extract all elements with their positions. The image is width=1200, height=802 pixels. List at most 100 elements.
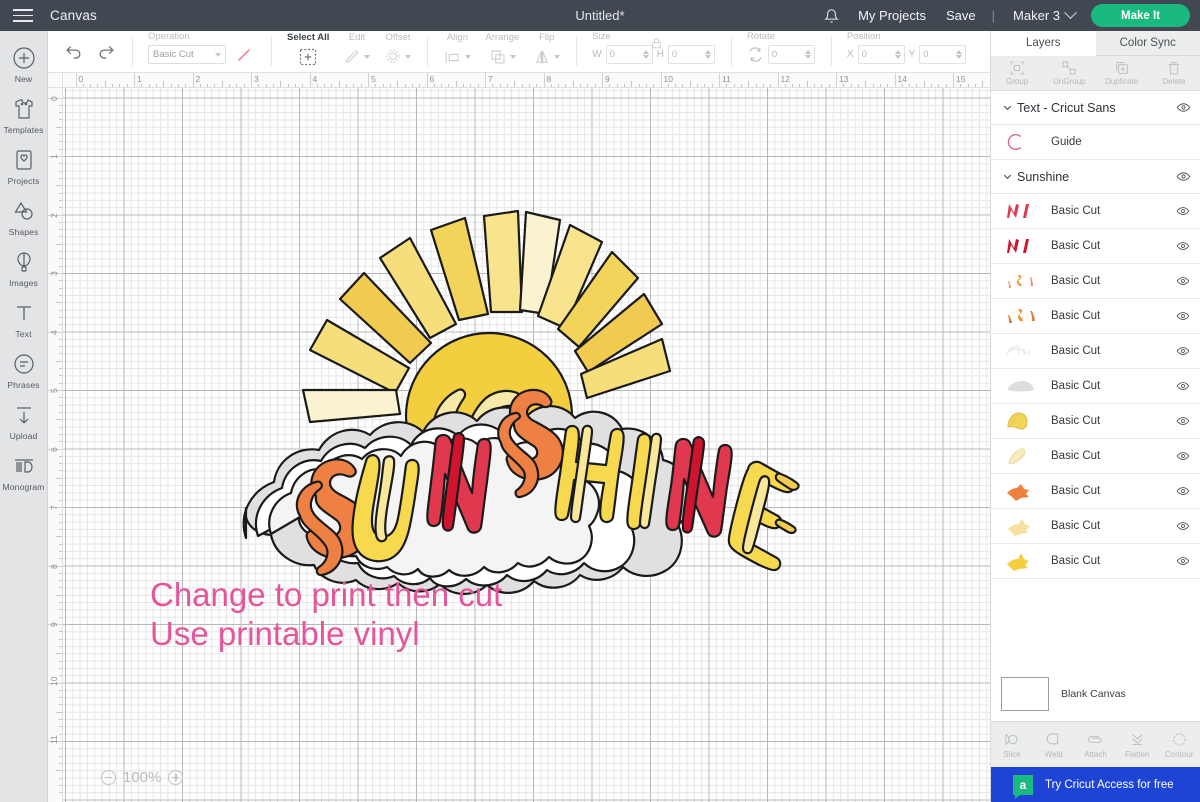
ruler-minor-tick (58, 404, 62, 406)
eye-icon[interactable] (1174, 307, 1192, 325)
rotate-input[interactable]: 0 (767, 45, 815, 64)
operation-select[interactable]: Basic Cut (148, 45, 226, 64)
table-row[interactable]: Basic Cut (991, 509, 1200, 544)
ungroup-button[interactable]: UnGroup (1043, 56, 1095, 90)
x-stepper[interactable] (894, 50, 901, 59)
op-label: Weld (1044, 749, 1063, 759)
eye-icon[interactable] (1174, 272, 1192, 290)
contour-button[interactable]: Contour (1158, 722, 1200, 767)
table-row[interactable]: Basic Cut (991, 264, 1200, 299)
eye-icon[interactable] (1174, 377, 1192, 395)
hamburger-menu-icon[interactable] (0, 0, 46, 31)
rotate-icon[interactable] (747, 45, 764, 64)
height-stepper[interactable] (704, 50, 711, 59)
tab-layers[interactable]: Layers (991, 31, 1096, 56)
eye-icon[interactable] (1174, 237, 1192, 255)
make-it-button[interactable]: Make It (1091, 4, 1190, 27)
slice-button[interactable]: Slice (991, 722, 1033, 767)
lock-aspect-icon[interactable] (650, 37, 663, 55)
eye-icon[interactable] (1174, 168, 1192, 186)
sidebar-item-upload[interactable]: Upload (0, 396, 48, 447)
table-row[interactable]: Basic Cut (991, 369, 1200, 404)
my-projects-link[interactable]: My Projects (848, 8, 936, 23)
ruler-major-tick (251, 73, 252, 87)
zoom-in-button[interactable] (168, 770, 184, 785)
arrange-label: Arrange (485, 32, 520, 43)
ruler-label: 9 (605, 74, 610, 84)
table-row[interactable]: Basic Cut (991, 474, 1200, 509)
delete-button[interactable]: Delete (1148, 56, 1200, 90)
flatten-button[interactable]: Flatten (1116, 722, 1158, 767)
ruler-minor-tick (967, 83, 969, 87)
eye-icon[interactable] (1174, 202, 1192, 220)
select-all-button[interactable]: Select All (280, 32, 336, 72)
canvas-background-picker[interactable]: Blank Canvas (991, 669, 1200, 721)
sidebar-item-new[interactable]: New (0, 39, 48, 90)
canvas-label: Canvas (50, 8, 97, 23)
design-canvas[interactable]: 0 1 2 3 4 5 6 7 8 9 10 11 12 13 14 15 0 1 2 3 4 5 6 7 8 9 10 11 (48, 73, 990, 802)
align-button[interactable]: Align (436, 32, 478, 72)
chevron-down-icon[interactable] (999, 102, 1015, 113)
save-button[interactable]: Save (936, 8, 986, 23)
width-stepper[interactable] (642, 50, 649, 59)
table-row[interactable]: Basic Cut (991, 194, 1200, 229)
sidebar-item-images[interactable]: Images (0, 243, 48, 294)
pen-swatch-icon[interactable] (233, 45, 255, 64)
table-row[interactable]: Basic Cut (991, 439, 1200, 474)
width-input[interactable]: 0 (605, 45, 653, 64)
eye-icon[interactable] (1174, 517, 1192, 535)
offset-button[interactable]: Offset (377, 32, 418, 72)
ruler-major-tick (777, 73, 779, 87)
zoom-out-button[interactable] (101, 770, 116, 785)
eye-icon[interactable] (1174, 482, 1192, 500)
undo-button[interactable] (57, 41, 90, 72)
eye-icon[interactable] (1174, 552, 1192, 570)
table-row[interactable]: Basic Cut (991, 229, 1200, 264)
sidebar-item-text[interactable]: Text (0, 294, 48, 345)
hot-air-balloon-icon (12, 250, 36, 276)
table-row[interactable]: Basic Cut (991, 299, 1200, 334)
sidebar-item-projects[interactable]: Projects (0, 141, 48, 192)
attach-button[interactable]: Attach (1075, 722, 1117, 767)
eye-icon[interactable] (1174, 99, 1192, 117)
height-input[interactable]: 0 (667, 45, 715, 64)
cricut-access-promo[interactable]: a Try Cricut Access for free (991, 767, 1200, 802)
chevron-down-icon[interactable] (999, 171, 1015, 182)
memo-text-object[interactable]: Change to print then cut Use printable v… (150, 576, 502, 654)
sidebar-label: Phrases (7, 380, 40, 390)
layer-group-sunshine[interactable]: Sunshine (991, 160, 1200, 194)
sidebar-item-shapes[interactable]: Shapes (0, 192, 48, 243)
machine-selector[interactable]: Maker 3 (1001, 6, 1081, 23)
canvas-color-swatch[interactable] (1001, 677, 1049, 711)
upload-arrow-icon (12, 403, 36, 429)
eye-icon[interactable] (1174, 447, 1192, 465)
layer-group-text[interactable]: Text - Cricut Sans (991, 91, 1200, 125)
x-input[interactable]: 0 (857, 45, 905, 64)
eye-icon[interactable] (1174, 342, 1192, 360)
eye-icon[interactable] (1174, 412, 1192, 430)
sidebar-item-phrases[interactable]: Phrases (0, 345, 48, 396)
rotate-stepper[interactable] (804, 50, 811, 59)
redo-button[interactable] (90, 41, 123, 72)
sidebar-item-monogram[interactable]: Monogram (0, 447, 48, 498)
weld-button[interactable]: Weld (1033, 722, 1075, 767)
canvas-grid[interactable]: Change to print then cut Use printable v… (63, 88, 990, 802)
operation-control[interactable]: Operation Basic Cut (141, 31, 262, 72)
bell-icon[interactable] (814, 0, 848, 31)
sidebar-item-templates[interactable]: Templates (0, 90, 48, 141)
table-row[interactable]: Basic Cut (991, 404, 1200, 439)
edit-button[interactable]: Edit (336, 32, 377, 72)
table-row[interactable]: Basic Cut (991, 544, 1200, 579)
ruler-major-tick (660, 73, 662, 87)
duplicate-button[interactable]: Duplicate (1096, 56, 1148, 90)
tab-color-sync[interactable]: Color Sync (1095, 31, 1200, 56)
layers-list[interactable]: Text - Cricut Sans Guide Sunshine Basic … (991, 91, 1200, 669)
flip-button[interactable]: Flip (526, 32, 567, 72)
y-input[interactable]: 0 (919, 45, 967, 64)
sunshine-artwork[interactable] (188, 208, 848, 628)
y-stepper[interactable] (956, 50, 963, 59)
layer-row-guide[interactable]: Guide (991, 125, 1200, 160)
table-row[interactable]: Basic Cut (991, 334, 1200, 369)
arrange-button[interactable]: Arrange (478, 32, 526, 72)
group-button[interactable]: Group (991, 56, 1043, 90)
